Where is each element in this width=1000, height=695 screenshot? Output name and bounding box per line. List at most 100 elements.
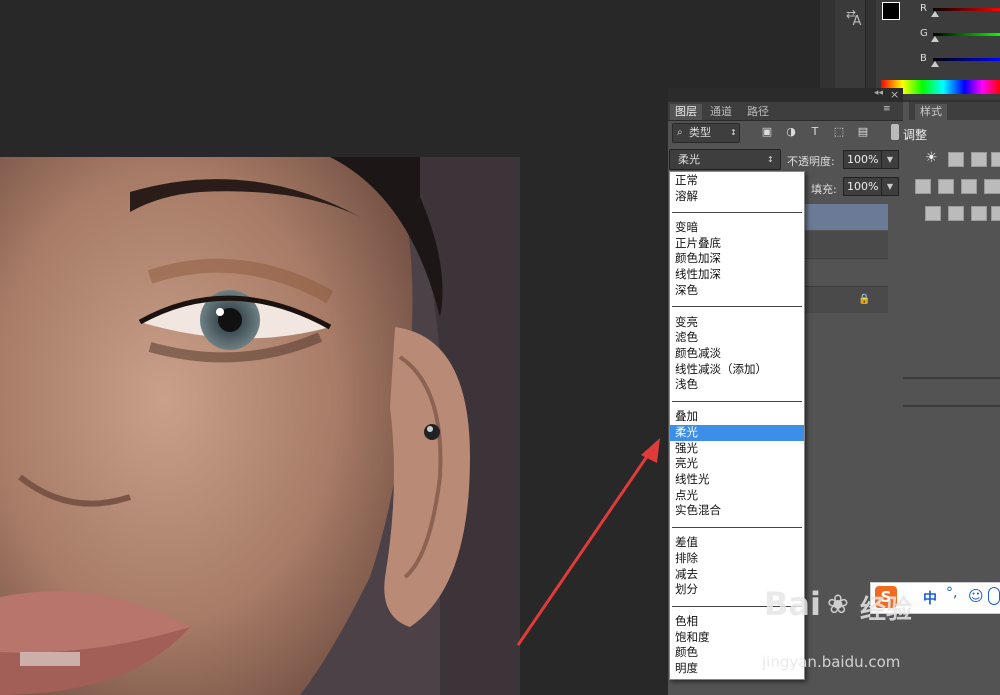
foreground-swatch[interactable]: [882, 2, 900, 20]
fill-input[interactable]: 100%: [843, 177, 882, 196]
filter-toggle[interactable]: [891, 124, 899, 140]
invert-icon[interactable]: [925, 206, 941, 221]
blend-mode-item[interactable]: 变亮: [670, 315, 804, 331]
posterize-icon[interactable]: [948, 206, 964, 221]
panel-tabs: 图层 通道 路径 ≡: [668, 102, 903, 121]
gradient-map-icon[interactable]: [991, 206, 1000, 221]
panel-divider: [903, 377, 1000, 379]
blend-mode-item[interactable]: 饱和度: [670, 630, 804, 646]
tab-layers[interactable]: 图层: [670, 104, 702, 120]
dropdown-separator: [672, 401, 802, 402]
panel-divider-2: [903, 405, 1000, 407]
dropdown-separator: [672, 306, 802, 307]
opacity-input[interactable]: 100%: [843, 150, 882, 169]
blend-chevron-icon: ↕: [767, 155, 774, 164]
threshold-icon[interactable]: [971, 206, 987, 221]
microphone-icon[interactable]: [988, 587, 1000, 605]
paragraph-icon[interactable]: A: [849, 14, 865, 30]
lock-icon: 🔒: [858, 294, 871, 305]
blend-mode-value: 柔光: [678, 153, 700, 166]
adjustments-tabs: 样式: [903, 102, 1000, 120]
green-slider[interactable]: [933, 33, 1000, 36]
watermark-url: jingyan.baidu.com: [762, 653, 901, 671]
tab-paths[interactable]: 路径: [742, 104, 774, 120]
chevron-updown-icon: ↕: [730, 128, 737, 137]
filter-row: ⌕ 类型 ↕ ▣ ◑ T ⬚ ▤: [668, 121, 903, 145]
blend-mode-item[interactable]: 线性加深: [670, 267, 804, 283]
dropdown-separator: [672, 527, 802, 528]
color-panel: R G B: [876, 0, 1000, 100]
blend-mode-item[interactable]: 排除: [670, 551, 804, 567]
red-slider[interactable]: [933, 8, 1000, 11]
smart-object-filter-icon[interactable]: ▤: [856, 125, 870, 139]
tab-channels[interactable]: 通道: [705, 104, 737, 120]
photo-filter-icon[interactable]: [984, 179, 1000, 194]
fill-label: 填充:: [811, 183, 837, 196]
blend-mode-item[interactable]: 正片叠底: [670, 236, 804, 252]
fill-dropdown-icon[interactable]: ▼: [881, 177, 899, 196]
red-label: R: [920, 3, 927, 14]
blend-mode-item-selected[interactable]: 柔光: [670, 425, 804, 441]
panel-titlebar: ◂◂ ×: [668, 88, 903, 102]
balance-icon[interactable]: [938, 179, 954, 194]
ime-mode[interactable]: 中: [923, 588, 937, 608]
blend-mode-select[interactable]: 柔光 ↕: [669, 149, 781, 170]
blend-mode-item[interactable]: 滤色: [670, 330, 804, 346]
dropdown-separator: [672, 212, 802, 213]
filter-type-select[interactable]: ⌕ 类型 ↕: [672, 123, 740, 143]
adjustment-filter-icon[interactable]: ◑: [784, 125, 798, 139]
layer-row[interactable]: [804, 258, 888, 285]
blend-row: 柔光 ↕ 不透明度: 100% ▼: [668, 147, 903, 171]
blue-label: B: [920, 53, 927, 64]
shape-filter-icon[interactable]: ⬚: [832, 125, 846, 139]
blend-mode-item[interactable]: 亮光: [670, 456, 804, 472]
exposure-icon[interactable]: [991, 152, 1000, 167]
collapse-icon[interactable]: ◂◂: [874, 88, 883, 98]
blend-mode-item[interactable]: 减去: [670, 567, 804, 583]
opacity-dropdown-icon[interactable]: ▼: [881, 150, 899, 169]
levels-icon[interactable]: [948, 152, 964, 167]
blend-mode-item[interactable]: 线性光: [670, 472, 804, 488]
layer-row-selected[interactable]: [804, 204, 888, 230]
adjustments-title: 调整: [903, 128, 928, 142]
pixel-filter-icon[interactable]: ▣: [760, 125, 774, 139]
search-icon: ⌕: [677, 127, 683, 138]
brightness-icon[interactable]: ☀: [925, 151, 939, 165]
paw-icon: ❀: [827, 590, 849, 620]
blue-knob[interactable]: [931, 61, 939, 67]
text-filter-icon[interactable]: T: [808, 125, 822, 139]
layer-row-background[interactable]: [804, 286, 888, 313]
filter-type-label: 类型: [689, 126, 711, 139]
blend-mode-item[interactable]: 线性减淡（添加）: [670, 362, 804, 378]
green-label: G: [920, 28, 928, 39]
black-white-icon[interactable]: [961, 179, 977, 194]
layer-row[interactable]: [804, 231, 888, 257]
curves-icon[interactable]: [971, 152, 987, 167]
blend-mode-item[interactable]: 实色混合: [670, 503, 804, 519]
hue-icon[interactable]: [915, 179, 931, 194]
panel-menu-icon[interactable]: ≡: [883, 104, 891, 114]
blend-mode-item[interactable]: 深色: [670, 283, 804, 299]
blend-mode-item[interactable]: 叠加: [670, 409, 804, 425]
punctuation-icon[interactable]: °,: [946, 585, 957, 601]
close-icon[interactable]: ×: [890, 88, 899, 101]
opacity-label: 不透明度:: [787, 155, 835, 168]
tab-styles[interactable]: 样式: [915, 104, 947, 120]
blend-mode-item[interactable]: 浅色: [670, 377, 804, 393]
blend-mode-item[interactable]: 变暗: [670, 220, 804, 236]
emoji-icon[interactable]: ☺: [968, 587, 984, 605]
blend-mode-item[interactable]: 溶解: [670, 189, 804, 205]
blend-mode-item[interactable]: 颜色减淡: [670, 346, 804, 362]
blue-slider[interactable]: [933, 58, 1000, 61]
blend-mode-item[interactable]: 差值: [670, 535, 804, 551]
blend-mode-item[interactable]: 颜色加深: [670, 251, 804, 267]
blend-mode-item[interactable]: 强光: [670, 441, 804, 457]
tool-column: ⇄ A: [835, 0, 866, 90]
red-knob[interactable]: [931, 11, 939, 17]
adjustments-tab-edge: [903, 102, 909, 120]
green-knob[interactable]: [931, 36, 939, 42]
watermark-brand: Bai: [764, 585, 821, 623]
watermark-brand-2: 经验: [860, 595, 913, 625]
blend-mode-item[interactable]: 点光: [670, 488, 804, 504]
blend-mode-item[interactable]: 正常: [670, 173, 804, 189]
